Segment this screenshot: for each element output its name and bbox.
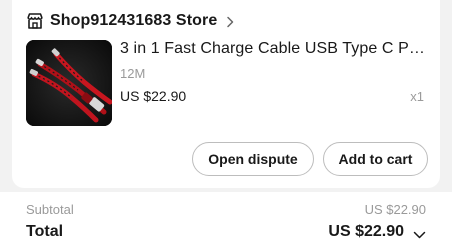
subtotal-label: Subtotal <box>26 202 74 217</box>
store-name: Shop912431683 Store <box>50 12 218 29</box>
order-item-card: Shop912431683 Store 3 in 1 Fast Charge C… <box>12 0 440 188</box>
chevron-right-icon <box>225 15 235 28</box>
total-label: Total <box>26 223 64 240</box>
total-value: US $22.90 <box>328 223 404 240</box>
add-to-cart-button[interactable]: Add to cart <box>323 142 428 176</box>
chevron-down-icon[interactable] <box>413 227 426 239</box>
order-summary: Subtotal US $22.90 Total US $22.90 <box>0 192 452 250</box>
store-icon <box>26 12 44 30</box>
product-quantity: x1 <box>410 89 424 104</box>
store-link[interactable]: Shop912431683 Store <box>26 10 235 32</box>
open-dispute-button[interactable]: Open dispute <box>192 142 314 176</box>
subtotal-value: US $22.90 <box>364 202 426 217</box>
product-title[interactable]: 3 in 1 Fast Charge Cable USB Type C Phon… <box>120 40 430 58</box>
product-price: US $22.90 <box>120 88 187 104</box>
product-thumbnail[interactable] <box>26 40 112 126</box>
product-variant: 12M <box>120 66 146 81</box>
